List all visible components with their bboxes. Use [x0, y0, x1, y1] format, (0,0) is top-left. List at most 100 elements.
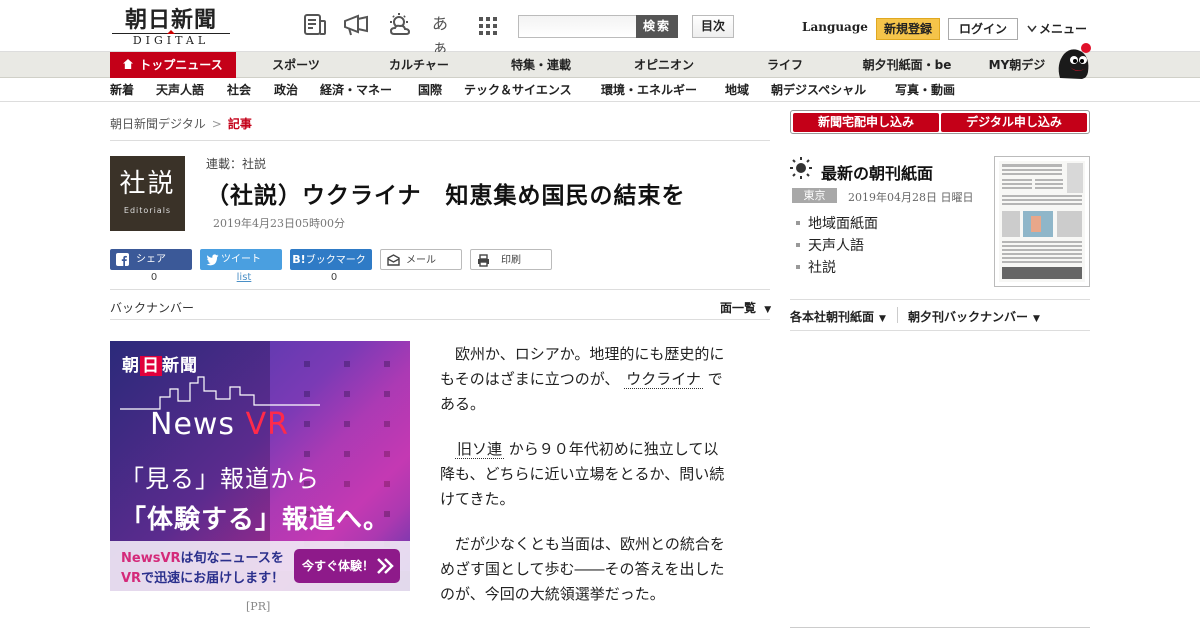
gnav-item-paper[interactable]: 朝夕刊紙面・be	[852, 52, 962, 78]
facebook-share-button[interactable]: シェア	[110, 249, 192, 270]
hatena-count: 0	[330, 272, 338, 283]
twitter-share-button[interactable]: ツイート	[200, 249, 282, 270]
gnav-item-label: トップニュース	[139, 58, 223, 72]
backnumber-label[interactable]: バックナンバー	[110, 299, 194, 316]
sub-nav: 新着 天声人語 社会 政治 経済・マネー 国際 テック＆サイエンス 環境・エネル…	[0, 79, 1200, 102]
gnav-item-culture[interactable]: カルチャー	[380, 52, 458, 78]
breadcrumb-separator: >	[211, 117, 222, 131]
subnav-item[interactable]: 国際	[418, 79, 442, 102]
series-label[interactable]: 連載：社説	[206, 155, 266, 172]
twitter-share-label: ツイート	[221, 254, 261, 265]
page: 朝日新聞 DIGITAL あぁ 検索 目次 Language 新規登録 ログイン…	[0, 0, 1200, 630]
subnav-item[interactable]: 新着	[110, 79, 134, 102]
subnav-item[interactable]: 天声人語	[156, 79, 204, 102]
paper-link-label: 地域面紙面	[808, 216, 878, 232]
newspaper-thumbnail-graphic	[999, 161, 1085, 282]
front-page-thumbnail[interactable]	[994, 156, 1090, 287]
ad-desc-text: で迅速にお届けします！	[141, 571, 285, 586]
ad-line2: 「体験する」報道へ。	[120, 505, 391, 535]
megaphone-icon[interactable]	[342, 12, 368, 38]
paper-backnumber-dropdown[interactable]: 朝夕刊バックナンバー ▼	[908, 308, 1040, 325]
search-button[interactable]: 検索	[636, 15, 678, 38]
paragraph-line: 降も、どちらに近い立場をとるか、問い続	[440, 465, 725, 483]
newspaper-icon[interactable]	[302, 12, 328, 38]
editorial-badge-main: 社説	[119, 169, 176, 199]
subnav-item[interactable]: 地域	[725, 79, 749, 102]
mascot-icon[interactable]	[1052, 42, 1094, 80]
language-link[interactable]: Language	[802, 20, 868, 34]
regional-papers-label: 各本社朝刊紙面	[790, 310, 875, 324]
breadcrumb-current: 記事	[227, 117, 252, 131]
ad-cta-button[interactable]: 今すぐ体験！	[294, 549, 400, 583]
register-button[interactable]: 新規登録	[876, 18, 940, 40]
hatena-bookmark-button[interactable]: B!ブックマーク	[290, 249, 372, 270]
subnav-item[interactable]: 経済・マネー	[320, 79, 392, 102]
site-logo[interactable]: 朝日新聞 DIGITAL	[112, 7, 230, 47]
region-badge: 東京	[792, 188, 837, 203]
paragraph-line: めざす国として歩む――その答えを出した	[440, 560, 725, 578]
gnav-item-top-news[interactable]: トップニュース	[110, 52, 236, 78]
divider	[110, 319, 770, 320]
regional-papers-dropdown[interactable]: 各本社朝刊紙面 ▼	[790, 308, 886, 325]
paragraph-text: で	[707, 370, 723, 388]
subnav-item[interactable]: 環境・エネルギー	[601, 79, 697, 102]
home-icon	[123, 59, 134, 69]
ukraine-link[interactable]: ウクライナ	[624, 370, 703, 389]
ad-brand-logo: 朝日新聞	[122, 351, 198, 376]
ad-brand-post: 新聞	[162, 356, 198, 376]
logo-main-text: 朝日新聞	[124, 7, 217, 33]
gnav-item-opinion[interactable]: オピニオン	[624, 52, 704, 78]
paragraph-line: だが少なくとも当面は、欧州との統合を	[440, 535, 725, 553]
paper-link[interactable]: 天声人語	[796, 235, 864, 255]
subnav-item[interactable]: テック＆サイエンス	[464, 79, 572, 102]
paper-link-label: 社説	[808, 260, 836, 276]
logo-sub-text: DIGITAL	[112, 30, 230, 47]
sun-icon	[790, 157, 812, 179]
header: 朝日新聞 DIGITAL あぁ 検索 目次 Language 新規登録 ログイン…	[0, 0, 1200, 57]
gnav-item-my[interactable]: MY朝デジ	[980, 52, 1054, 78]
article-title: （社説）ウクライナ 知恵集め国民の結束を	[206, 183, 686, 209]
table-of-contents-button[interactable]: 目次	[692, 15, 734, 38]
subnav-item[interactable]: 写真・動画	[895, 79, 955, 102]
divider	[110, 289, 770, 290]
facebook-icon	[116, 253, 129, 266]
weather-icon[interactable]	[386, 12, 412, 38]
login-button[interactable]: ログイン	[948, 18, 1018, 40]
ad-bottom-bar: NewsVRは旬なニュースを VRで迅速にお届けします！ 今すぐ体験！	[110, 541, 410, 591]
facebook-share-label: シェア	[136, 254, 166, 265]
gnav-item-sports[interactable]: スポーツ	[258, 52, 334, 78]
latest-morning-paper-title[interactable]: 最新の朝刊紙面	[821, 160, 933, 184]
divider	[790, 330, 1090, 331]
caret-down-icon: ▼	[764, 305, 772, 315]
chevron-down-icon	[1027, 25, 1037, 33]
paper-link[interactable]: 社説	[796, 257, 836, 277]
paragraph-line: もそのはざまに立つのが、 ウクライナ で	[440, 367, 750, 392]
ad-brand-pre: 朝	[122, 356, 140, 376]
gnav-item-features[interactable]: 特集・連載	[500, 52, 582, 78]
hatena-bookmark-label: ブックマーク	[305, 255, 366, 266]
soviet-union-link[interactable]: 旧ソ連	[455, 440, 505, 459]
newsvr-ad-banner[interactable]: 朝日新聞 News VR 「見る」報道から 「体験する」報道へ。 NewsVRは…	[110, 341, 410, 591]
subnav-item[interactable]: 社会	[227, 79, 251, 102]
ad-news-text: News	[150, 407, 246, 442]
divider	[897, 307, 898, 323]
mail-share-button[interactable]: メール	[380, 249, 462, 270]
bullet-icon	[796, 221, 800, 225]
twitter-count-link[interactable]: list	[200, 272, 288, 283]
page-list-dropdown[interactable]: 面一覧 ▼	[720, 299, 771, 316]
digital-subscribe-button[interactable]: デジタル申し込み	[941, 113, 1087, 132]
font-size-icon[interactable]: あぁ	[432, 12, 458, 57]
print-button[interactable]: 印刷	[470, 249, 552, 270]
subnav-item[interactable]: 政治	[274, 79, 298, 102]
ad-cta-label: 今すぐ体験！	[302, 559, 375, 573]
search-input[interactable]	[518, 15, 636, 38]
breadcrumb-home[interactable]: 朝日新聞デジタル	[110, 117, 206, 131]
subscription-buttons: 新聞宅配申し込み デジタル申し込み	[790, 110, 1090, 134]
paper-backnumber-label: 朝夕刊バックナンバー	[908, 310, 1029, 324]
grid-menu-icon[interactable]	[478, 12, 504, 38]
subnav-item[interactable]: 朝デジスペシャル	[771, 79, 866, 102]
gnav-item-life[interactable]: ライフ	[756, 52, 814, 78]
home-delivery-button[interactable]: 新聞宅配申し込み	[793, 113, 939, 132]
menu-button[interactable]: メニュー	[1027, 20, 1087, 37]
paper-link[interactable]: 地域面紙面	[796, 213, 878, 233]
